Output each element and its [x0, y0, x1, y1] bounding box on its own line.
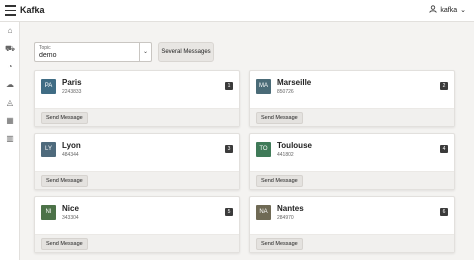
count-badge: 2 [440, 82, 448, 90]
count-badge: 4 [440, 145, 448, 153]
card-footer: Send Message [250, 234, 454, 252]
city-avatar: MA [256, 79, 271, 94]
city-name: Nice [62, 204, 79, 213]
send-message-button[interactable]: Send Message [256, 238, 303, 250]
app-title: Kafka [20, 5, 45, 15]
count-badge: 3 [225, 145, 233, 153]
city-avatar: NA [256, 205, 271, 220]
side-nav: ⌂ ⛟ ◔ ☁ ◬ ▦ ▥ [0, 22, 20, 260]
card-footer: Send Message [35, 108, 239, 126]
city-avatar: TO [256, 142, 271, 157]
city-avatar: LY [41, 142, 56, 157]
city-code: 484344 [62, 152, 79, 158]
city-card: TO Toulouse 441802 4 Send Message [249, 133, 455, 190]
several-messages-button[interactable]: Several Messages [158, 42, 214, 62]
city-code: 850726 [277, 89, 294, 95]
grid-icon[interactable]: ▦ [0, 112, 20, 130]
app: Kafka kafka ⌄ ⌂ ⛟ ◔ ☁ ◬ ▦ ▥ Topic ⌄ Seve… [0, 0, 474, 260]
card-footer: Send Message [35, 234, 239, 252]
send-message-button[interactable]: Send Message [256, 175, 303, 187]
send-message-button[interactable]: Send Message [256, 112, 303, 124]
send-message-button[interactable]: Send Message [41, 175, 88, 187]
top-bar: Kafka kafka ⌄ [0, 0, 474, 22]
city-code: 441802 [277, 152, 294, 158]
chevron-down-icon: ⌄ [460, 7, 466, 14]
topic-select[interactable]: Topic ⌄ [34, 42, 152, 62]
count-badge: 6 [440, 208, 448, 216]
city-card: NI Nice 343304 5 Send Message [34, 196, 240, 253]
home-icon[interactable]: ⌂ [0, 22, 20, 40]
city-name: Paris [62, 78, 82, 87]
topic-input[interactable] [39, 52, 139, 59]
city-name: Lyon [62, 141, 81, 150]
hamburger-menu-icon[interactable] [5, 5, 16, 16]
city-card: LY Lyon 484344 3 Send Message [34, 133, 240, 190]
count-badge: 1 [225, 82, 233, 90]
city-avatar: NI [41, 205, 56, 220]
card-footer: Send Message [250, 108, 454, 126]
cart-icon[interactable]: ⛟ [0, 40, 20, 58]
city-avatar: PA [41, 79, 56, 94]
chart-icon[interactable]: ◬ [0, 94, 20, 112]
city-name: Marseille [277, 78, 312, 87]
user-icon [429, 5, 437, 15]
city-card: MA Marseille 850726 2 Send Message [249, 70, 455, 127]
city-name: Toulouse [277, 141, 312, 150]
city-code: 284970 [277, 215, 294, 221]
count-badge: 5 [225, 208, 233, 216]
card-footer: Send Message [35, 171, 239, 189]
rss-icon[interactable]: ◔ [0, 58, 20, 76]
card-footer: Send Message [250, 171, 454, 189]
chevron-down-icon[interactable]: ⌄ [139, 43, 151, 61]
user-menu[interactable]: kafka ⌄ [429, 5, 466, 15]
city-card: NA Nantes 284970 6 Send Message [249, 196, 455, 253]
topic-label: Topic [39, 45, 51, 51]
city-name: Nantes [277, 204, 304, 213]
cloud-icon[interactable]: ☁ [0, 76, 20, 94]
city-card: PA Paris 2243833 1 Send Message [34, 70, 240, 127]
barcode-icon[interactable]: ▥ [0, 130, 20, 148]
send-message-button[interactable]: Send Message [41, 112, 88, 124]
city-code: 343304 [62, 215, 79, 221]
user-name: kafka [440, 6, 458, 14]
send-message-button[interactable]: Send Message [41, 238, 88, 250]
city-code: 2243833 [62, 89, 82, 95]
